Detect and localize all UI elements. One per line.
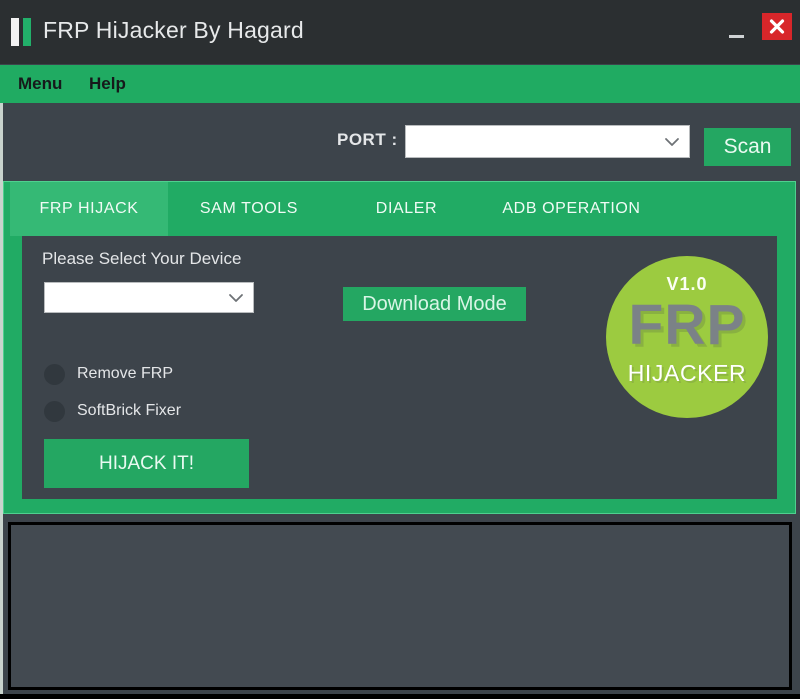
hijack-it-button[interactable]: HIJACK IT! [44,439,249,488]
tab-strip: FRP HIJACK SAM TOOLS DIALER ADB OPERATIO… [4,182,795,236]
close-icon [769,19,785,34]
window-bottom-edge [0,694,800,699]
menu-bar: Menu Help [0,65,800,103]
chevron-down-icon [665,137,679,146]
window-left-edge [0,103,3,699]
app-icon-bar-green [23,18,31,46]
tab-panel-frp-hijack: Please Select Your Device Download Mode … [22,236,777,499]
app-icon-bar-white [11,18,19,46]
radio-softbrick-fixer-label: SoftBrick Fixer [77,402,182,419]
tab-control: FRP HIJACK SAM TOOLS DIALER ADB OPERATIO… [3,181,796,514]
port-combobox[interactable] [405,125,690,158]
minimize-icon [729,35,744,38]
close-button[interactable] [762,13,792,40]
device-combobox[interactable] [44,282,254,313]
port-row: PORT : [0,103,800,181]
device-select-label: Please Select Your Device [42,249,242,268]
window-title: FRP HiJacker By Hagard [43,17,304,43]
radio-dot-icon [44,363,65,385]
application-window: FRP HiJacker By Hagard Menu Help PORT : … [0,0,800,699]
tab-frp-hijack[interactable]: FRP HIJACK [10,182,168,236]
port-label: PORT : [337,130,398,149]
scan-button[interactable]: Scan [704,128,791,166]
logo-title: FRP [628,293,746,357]
radio-remove-frp-label: Remove FRP [77,365,174,382]
radio-remove-frp[interactable]: Remove FRP [44,361,173,387]
tab-adb-operation[interactable]: ADB OPERATION [484,182,659,236]
minimize-button[interactable] [723,18,751,46]
tab-dialer[interactable]: DIALER [344,182,469,236]
logo-version-label: V1.0 [666,274,708,294]
app-bars-icon [11,18,35,46]
tab-sam-tools[interactable]: SAM TOOLS [174,182,324,236]
title-bar: FRP HiJacker By Hagard [0,0,800,64]
frp-hijacker-logo: V1.0 FRP HIJACKER [606,256,768,418]
log-output-panel[interactable] [8,522,792,690]
chevron-down-icon [229,293,243,302]
radio-dot-icon [44,400,65,422]
menu-item-help[interactable]: Help [89,74,126,94]
logo-subtitle: HIJACKER [627,360,747,386]
download-mode-button[interactable]: Download Mode [343,287,526,321]
radio-softbrick-fixer[interactable]: SoftBrick Fixer [44,398,181,424]
menu-item-menu[interactable]: Menu [18,74,62,94]
